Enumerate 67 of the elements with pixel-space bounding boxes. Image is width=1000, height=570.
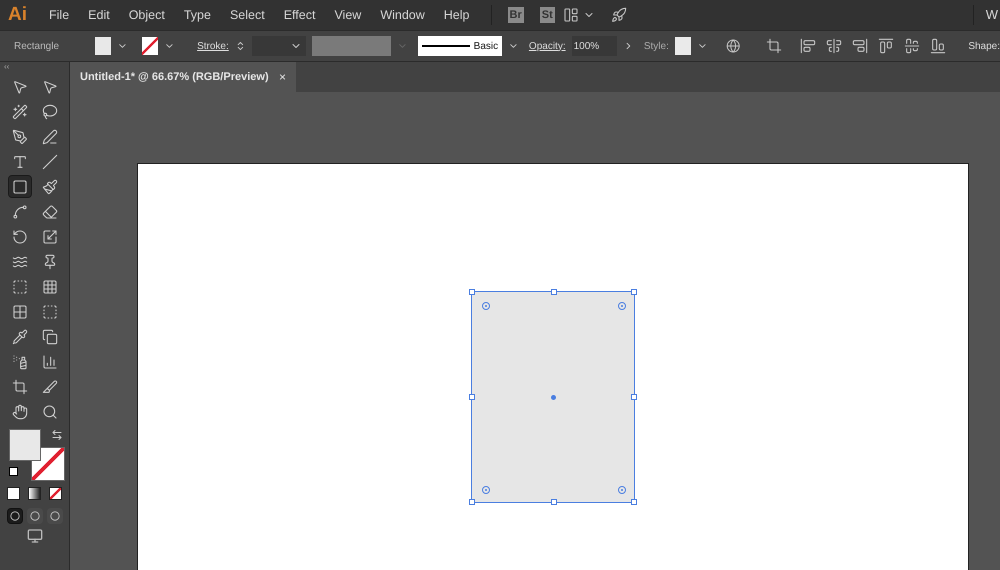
- style-swatch[interactable]: [674, 37, 692, 55]
- tool-name: Rectangle: [14, 40, 60, 54]
- align-icon[interactable]: [852, 38, 868, 54]
- stroke-weight-field[interactable]: [252, 36, 306, 56]
- opacity-field[interactable]: 100%: [572, 36, 618, 56]
- menu-item[interactable]: Select: [224, 6, 271, 24]
- pen-icon: [12, 128, 28, 144]
- rectangle-tool[interactable]: [8, 175, 32, 198]
- collapse-toggle[interactable]: ‹‹: [4, 62, 10, 71]
- globe-icon[interactable]: [726, 38, 740, 54]
- swap-icon[interactable]: [50, 429, 62, 441]
- default-colors-icon[interactable]: [8, 467, 18, 476]
- none-mode-button[interactable]: [49, 487, 62, 500]
- draw-mode-button[interactable]: [6, 508, 22, 524]
- menu-item[interactable]: Object: [122, 6, 171, 24]
- shape-label: Shape:: [968, 40, 1000, 54]
- perspective-grid-icon: [42, 278, 58, 294]
- screen-mode-icon[interactable]: [26, 528, 42, 544]
- align-icon[interactable]: [904, 38, 920, 54]
- style-label: Style:: [644, 40, 669, 54]
- menu-item[interactable]: Type: [178, 6, 217, 24]
- color-mode-button[interactable]: [7, 487, 20, 500]
- app-logo[interactable]: Ai: [8, 0, 27, 30]
- menu-item[interactable]: Edit: [82, 6, 116, 24]
- bridge-button[interactable]: Br: [508, 6, 524, 24]
- draw-mode-button[interactable]: [26, 508, 42, 524]
- menu-item[interactable]: View: [328, 6, 368, 24]
- zoom-icon: [42, 404, 58, 420]
- variable-width-field[interactable]: [312, 36, 392, 56]
- fill-swatch[interactable]: [95, 37, 112, 55]
- brush-field[interactable]: Basic: [418, 36, 502, 56]
- workspace-layout-icon[interactable]: [562, 7, 579, 23]
- menu-item[interactable]: File: [43, 6, 76, 24]
- bar-graph-icon: [42, 354, 58, 370]
- draw-mode-button[interactable]: [46, 508, 62, 524]
- scale-icon: [42, 228, 58, 244]
- align-icon[interactable]: [930, 38, 946, 54]
- menu-item[interactable]: Effect: [278, 6, 322, 24]
- eyedropper-icon: [12, 328, 28, 344]
- align-icon[interactable]: [826, 38, 842, 54]
- stroke-none-swatch[interactable]: [142, 37, 158, 55]
- lasso-icon: [42, 104, 58, 120]
- rectangle-shape[interactable]: [471, 291, 635, 503]
- rectangle-icon: [12, 178, 28, 194]
- opacity-label[interactable]: Opacity:: [528, 38, 566, 54]
- line-icon: [42, 154, 58, 170]
- type-icon: [12, 154, 28, 170]
- gradient-mode-button[interactable]: [28, 487, 41, 500]
- close-button[interactable]: ×: [278, 68, 286, 86]
- bridge-button[interactable]: St: [540, 6, 555, 24]
- document-tab[interactable]: Untitled-1* @ 66.67% (RGB/Preview) ×: [70, 62, 296, 92]
- align-icon[interactable]: [878, 38, 894, 54]
- align-icon[interactable]: [800, 38, 816, 54]
- rocket-icon[interactable]: [610, 7, 627, 23]
- mesh-icon: [12, 304, 28, 320]
- rotate-icon: [12, 228, 28, 244]
- stroke-label[interactable]: Stroke:: [197, 38, 229, 54]
- selection-arrow-icon: [42, 78, 58, 94]
- workspace-label[interactable]: W: [986, 5, 998, 25]
- menu-item[interactable]: Window: [374, 6, 431, 24]
- magic-wand-icon: [12, 104, 28, 120]
- direct-selection-icon: [12, 78, 28, 94]
- menu-item[interactable]: Help: [438, 6, 476, 24]
- paintbrush-icon: [42, 178, 58, 194]
- hand-icon: [12, 404, 28, 420]
- eraser-icon: [42, 204, 58, 220]
- slice-icon: [42, 378, 58, 394]
